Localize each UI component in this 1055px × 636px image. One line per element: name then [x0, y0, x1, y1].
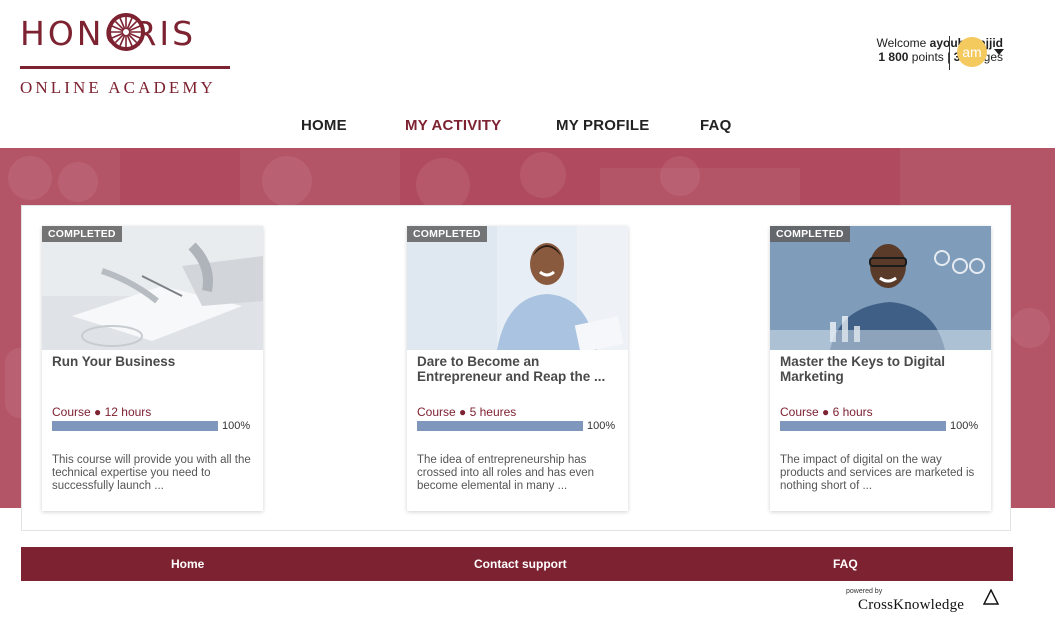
- status-badge: COMPLETED: [42, 226, 122, 242]
- course-thumbnail: COMPLETED: [770, 226, 991, 350]
- course-title[interactable]: Dare to Become an Entrepreneur and Reap …: [417, 354, 617, 384]
- hero-face: [8, 156, 52, 200]
- nav-my-profile[interactable]: MY PROFILE: [556, 117, 649, 134]
- progress-bar: [52, 421, 218, 431]
- logo-rule: [20, 66, 230, 69]
- entrepreneur-image-icon: [407, 226, 628, 350]
- progress-label: 100%: [950, 420, 979, 432]
- course-card[interactable]: COMPLETED Run Your Business Course ● 12 …: [42, 226, 263, 511]
- course-meta: Course ● 6 hours: [780, 405, 873, 419]
- powered-by-label: powered by: [846, 588, 883, 595]
- nav-home[interactable]: HOME: [301, 117, 347, 134]
- nav-my-activity[interactable]: MY ACTIVITY: [405, 117, 501, 134]
- hero-face: [262, 156, 312, 206]
- chevron-down-icon[interactable]: [994, 49, 1004, 55]
- main-nav: HOME MY ACTIVITY MY PROFILE FAQ: [0, 114, 1055, 138]
- course-card[interactable]: COMPLETED Master the Keys to Digital Mar…: [770, 226, 991, 511]
- status-badge: COMPLETED: [407, 226, 487, 242]
- hero-face: [1010, 308, 1050, 348]
- documents-image-icon: [42, 226, 263, 350]
- footer-contact-support-link[interactable]: Contact support: [474, 557, 567, 571]
- user-divider: [949, 36, 950, 70]
- hero-face: [520, 152, 566, 198]
- hero-face: [58, 162, 98, 202]
- hero-face: [416, 158, 470, 212]
- digital-marketing-image-icon: [770, 226, 991, 350]
- footer-bar: Home Contact support FAQ: [21, 547, 1013, 581]
- progress-fill: [417, 421, 583, 431]
- logo-subtitle: ONLINE ACADEMY: [20, 78, 216, 97]
- progress-fill: [52, 421, 218, 431]
- course-card[interactable]: COMPLETED Dare to Become an Entrepreneur…: [407, 226, 628, 511]
- progress-fill: [780, 421, 946, 431]
- honoris-logo[interactable]: HONORIS ONLINE ACADEMY: [20, 12, 232, 98]
- course-thumbnail: COMPLETED: [42, 226, 263, 350]
- points-label: points |: [911, 50, 951, 64]
- progress-label: 100%: [587, 420, 616, 432]
- course-thumbnail: COMPLETED: [407, 226, 628, 350]
- course-meta: Course ● 12 hours: [52, 405, 152, 419]
- course-title[interactable]: Run Your Business: [52, 354, 252, 369]
- status-badge: COMPLETED: [770, 226, 850, 242]
- crossknowledge-icon: [983, 589, 999, 605]
- progress-bar: [780, 421, 946, 431]
- welcome-prefix: Welcome: [876, 36, 927, 50]
- hero-face: [660, 156, 700, 196]
- crossknowledge-logo[interactable]: CrossKnowledge: [858, 597, 964, 614]
- avatar[interactable]: am: [957, 37, 987, 67]
- footer-faq-link[interactable]: FAQ: [833, 557, 858, 571]
- progress-label: 100%: [222, 420, 251, 432]
- course-title[interactable]: Master the Keys to Digital Marketing: [780, 354, 980, 384]
- nav-faq[interactable]: FAQ: [700, 117, 731, 134]
- course-description: This course will provide you with all th…: [52, 454, 251, 492]
- course-description: The idea of entrepreneurship has crossed…: [417, 454, 595, 492]
- points-value: 1 800: [878, 50, 909, 64]
- header: HONORIS ONLINE ACADEMY Welcome ayoub maj…: [0, 0, 1055, 148]
- progress-bar: [417, 421, 583, 431]
- logo-wheel-icon: [107, 13, 145, 51]
- footer-home-link[interactable]: Home: [171, 557, 204, 571]
- course-description: The impact of digital on the way product…: [780, 454, 975, 492]
- course-meta: Course ● 5 heures: [417, 405, 517, 419]
